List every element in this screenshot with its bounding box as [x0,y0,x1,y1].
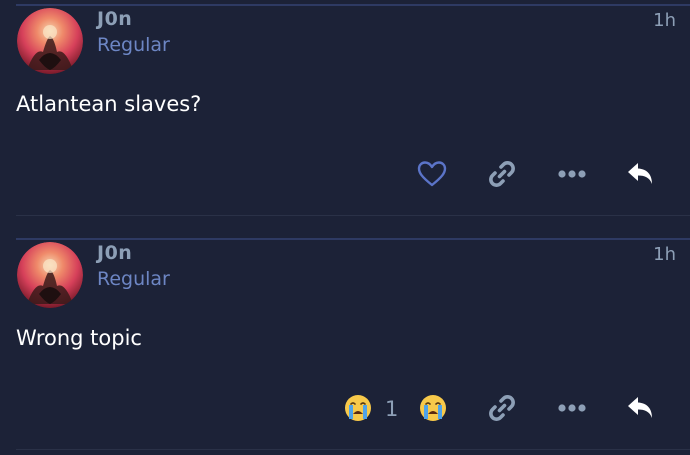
avatar-image [17,242,83,308]
username[interactable]: J0n [97,242,132,264]
like-button[interactable] [412,154,452,194]
avatar-image [17,8,83,74]
copy-link-button[interactable] [482,154,522,194]
add-reaction-button[interactable] [413,388,453,428]
more-button[interactable] [552,388,592,428]
reply-icon [628,397,652,418]
post-time[interactable]: 1h [653,10,676,31]
reply-button[interactable] [621,154,661,194]
reply-icon [628,163,652,184]
avatar[interactable] [17,242,83,308]
post-divider [16,215,690,216]
heart-icon [417,161,447,187]
post-1: J0n Regular 1h Atlantean slaves? [0,0,690,216]
ellipsis-icon [558,404,586,412]
reaction-summary[interactable] [338,388,378,428]
reply-button[interactable] [621,388,661,428]
post-body: Atlantean slaves? [16,92,202,116]
copy-link-button[interactable] [482,388,522,428]
post-2: J0n Regular 1h Wrong topic 1 [0,234,690,455]
crying-face-icon [420,395,446,421]
post-body: Wrong topic [16,326,142,350]
username[interactable]: J0n [97,8,132,30]
reaction-count: 1 [385,397,399,421]
more-button[interactable] [552,154,592,194]
link-icon [489,161,515,187]
post-divider [16,449,690,450]
avatar[interactable] [17,8,83,74]
post-time[interactable]: 1h [653,244,676,265]
ellipsis-icon [558,170,586,178]
user-title: Regular [97,34,170,56]
link-icon [489,395,515,421]
post-top-rule [16,4,690,6]
crying-face-icon [345,395,371,421]
post-top-rule [16,238,690,240]
user-title: Regular [97,268,170,290]
